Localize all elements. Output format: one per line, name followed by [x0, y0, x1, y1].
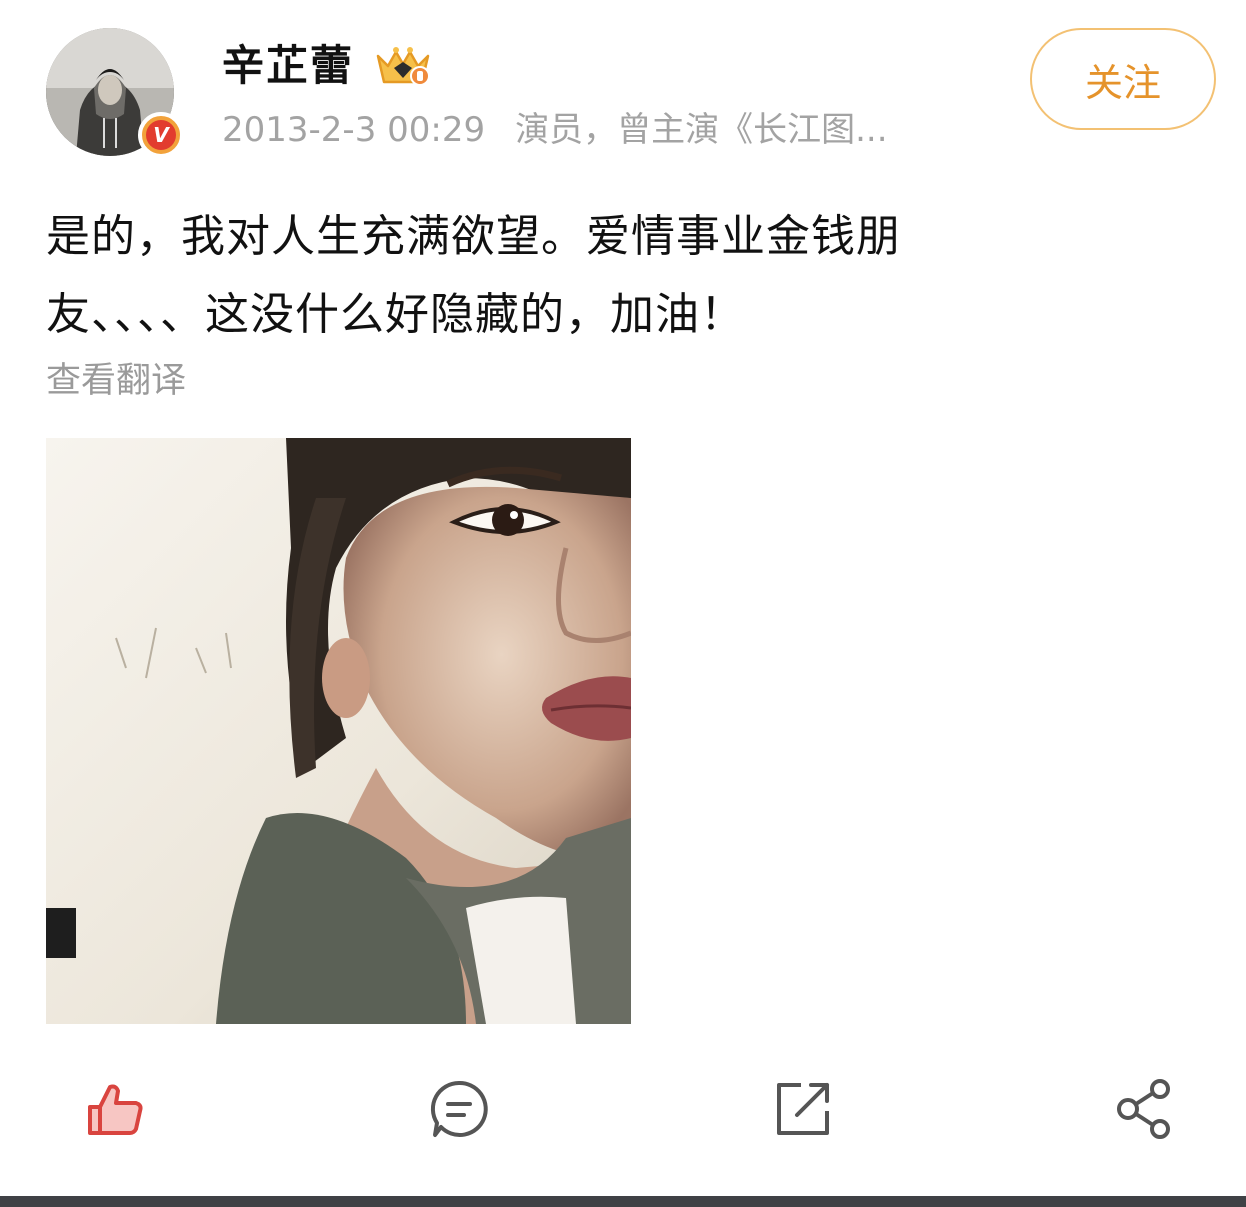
portrait-photo	[46, 438, 631, 1024]
bottom-bar	[0, 1196, 1246, 1207]
post-image[interactable]	[46, 438, 631, 1024]
share-icon	[1117, 1079, 1170, 1139]
comment-icon	[430, 1080, 488, 1137]
post-meta: 2013-2-3 00:29 演员，曾主演《长江图...	[222, 106, 888, 154]
crown-icon	[376, 47, 430, 86]
thumbs-up-icon	[88, 1084, 143, 1135]
repost-button[interactable]	[768, 1074, 838, 1144]
follow-button[interactable]: 关注	[1030, 28, 1216, 130]
post-text-line: 友、、、、这没什么好隐藏的，加油！	[46, 289, 745, 340]
post-text: 是的，我对人生充满欲望。爱情事业金钱朋 友、、、、这没什么好隐藏的，加油！	[46, 198, 1046, 354]
post-time: 2013-2-3 00:29	[222, 110, 486, 150]
verified-badge-label: V	[146, 120, 176, 150]
share-button[interactable]	[1111, 1074, 1181, 1144]
user-name[interactable]: 辛芷蕾	[222, 38, 354, 94]
verified-badge: V	[138, 112, 184, 158]
comment-button[interactable]	[424, 1074, 494, 1144]
post-text-line: 是的，我对人生充满欲望。爱情事业金钱朋	[46, 211, 901, 262]
translate-link[interactable]: 查看翻译	[46, 356, 186, 406]
user-bio: 演员，曾主演《长江图...	[515, 110, 888, 150]
repost-icon	[777, 1083, 829, 1135]
like-button[interactable]	[81, 1074, 151, 1144]
